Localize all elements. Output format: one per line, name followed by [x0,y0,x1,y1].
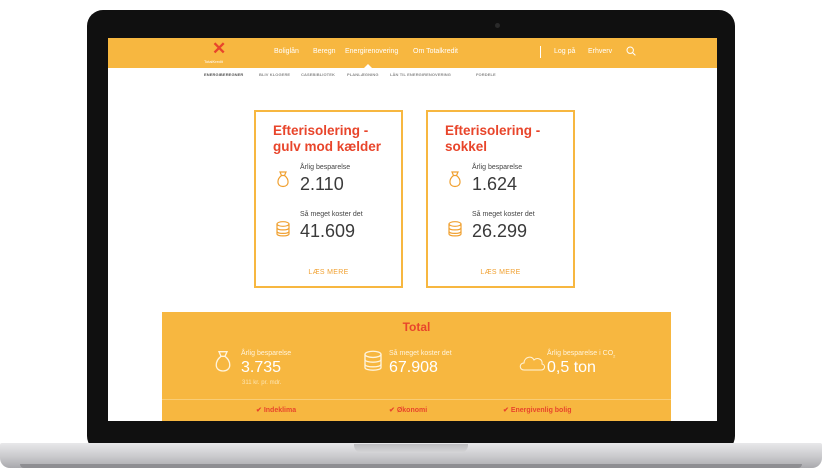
savings-value: 1.624 [472,174,518,194]
cost-value: 41.609 [300,221,356,241]
logo-text: TotalKredit [204,59,223,64]
savings-label: Årlig besparelse [472,164,523,171]
read-more-link[interactable]: LÆS MERE [256,269,401,276]
total-divider [162,399,671,400]
subnav-energiberegner[interactable]: ENERGIBEREGNER [204,72,243,77]
sub-navigation: ENERGIBEREGNER BLIV KLOGERE CASEBIBLIOTE… [108,68,717,82]
card-title: Efterisolering - sokkel [445,123,540,155]
card-title-line1: Efterisolering - [273,123,369,138]
cloud-icon [519,356,545,371]
search-icon[interactable] [626,46,636,56]
total-co2-value: 0,5 ton [547,359,596,376]
total-co2-label: Årlig besparelse i CO2 [547,350,615,358]
benefit-indeklima: ✔ Indeklima [256,406,296,414]
nav-item-energirenovering[interactable]: Energirenovering [345,48,398,55]
total-co2-subscript: 2 [613,353,616,359]
money-bag-icon [277,171,289,188]
laptop-base-edge [20,464,802,468]
x-logo-icon: ✕ [212,39,227,58]
measure-card: Efterisolering - gulv mod kælder Årlig b… [254,110,403,288]
subnav-bliv-klogere[interactable]: BLIV KLOGERE [259,72,290,77]
laptop-notch [354,444,468,453]
browser-screen: ✕ TotalKredit Boliglån Beregn Energireno… [108,38,717,421]
subnav-planlaegning[interactable]: PLANLÆGNING [347,72,379,77]
savings-value: 2.110 [300,174,344,194]
coins-icon [448,221,462,237]
cost-label: Så meget koster det [300,211,363,218]
benefit-energivenlig-bolig: ✔ Energivenlig bolig [503,406,572,414]
cost-value: 26.299 [472,221,528,241]
total-title: Total [402,320,431,334]
check-icon: ✔ [256,407,262,414]
card-title-line2: gulv mod kælder [273,139,382,154]
total-savings-value: 3.735 [241,359,282,376]
check-icon: ✔ [503,407,509,414]
subnav-casebibliotek[interactable]: CASEBIBLIOTEK [301,72,335,77]
subnav-laan-til-energirenovering[interactable]: LÅN TIL ENERGIRENOVERING [390,72,451,77]
camera-icon [495,23,500,28]
benefit-label: Energivenlig bolig [510,407,572,414]
check-icon: ✔ [389,407,395,414]
savings-label: Årlig besparelse [300,164,351,171]
measure-card: Efterisolering - sokkel Årlig besparelse… [426,110,575,288]
top-navigation: ✕ TotalKredit Boliglån Beregn Energireno… [108,38,717,68]
benefit-okonomi: ✔ Økonomi [389,406,427,414]
card-title: Efterisolering - gulv mod kælder [273,123,381,155]
benefit-label: Økonomi [396,407,428,414]
total-savings-per-month: 311 kr. pr. mdr. [242,380,282,386]
erhverv-link[interactable]: Erhverv [588,48,612,55]
cost-label: Så meget koster det [472,211,535,218]
total-panel: Total Årlig besparelse 3.735 311 kr. pr.… [162,312,671,421]
card-title-line2: sokkel [445,139,488,154]
benefit-label: Indeklima [263,407,297,414]
coins-icon [276,221,290,237]
money-bag-icon [215,351,231,372]
subnav-fordele[interactable]: FORDELE [476,72,496,77]
nav-item-beregn[interactable]: Beregn [313,48,336,55]
login-link[interactable]: Log på [554,48,575,55]
totalkredit-logo[interactable]: ✕ TotalKredit [204,39,234,65]
total-co2-label-text: Årlig besparelse i CO [547,350,614,357]
total-cost-label: Så meget koster det [389,350,452,357]
money-bag-icon [449,171,461,188]
card-title-line1: Efterisolering - [445,123,541,138]
nav-item-om-totalkredit[interactable]: Om Totalkredit [413,48,458,55]
total-cost-value: 67.908 [389,359,438,376]
coins-icon [364,350,382,371]
nav-item-boliglan[interactable]: Boliglån [274,48,299,55]
nav-divider [540,46,541,58]
total-savings-label: Årlig besparelse [241,350,292,357]
read-more-link[interactable]: LÆS MERE [428,269,573,276]
